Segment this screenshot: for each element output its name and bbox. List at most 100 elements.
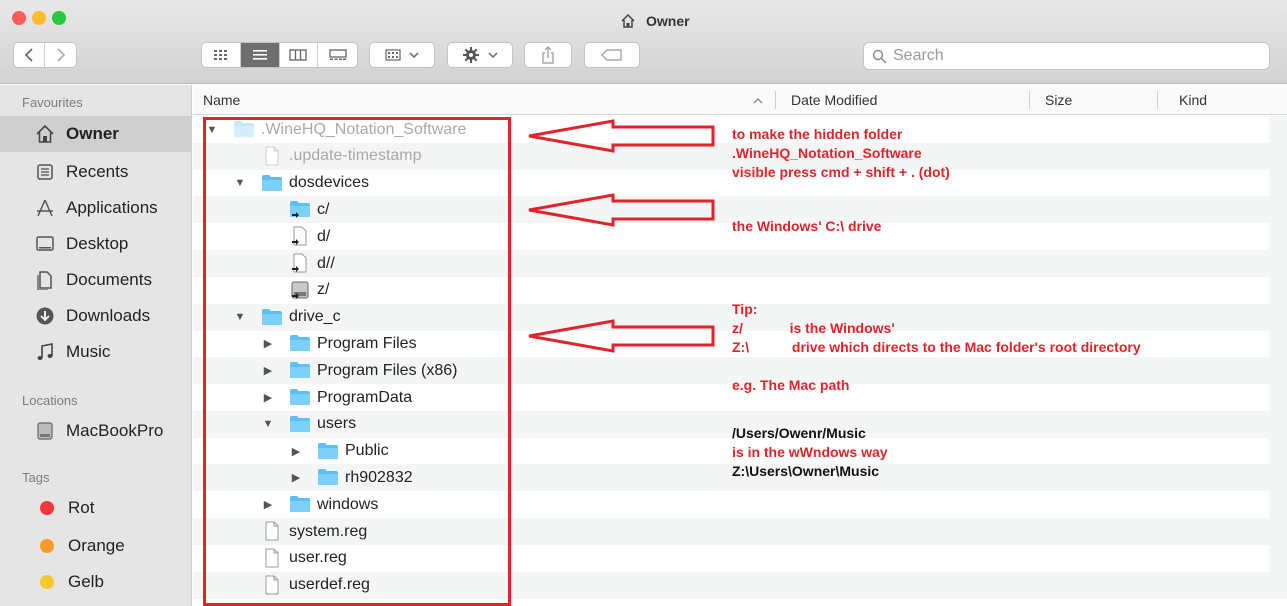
sidebar-item-desktop[interactable]: Desktop	[0, 226, 191, 262]
finder-window: Owner Search Favourites Owner Recents Ap…	[0, 0, 1287, 606]
column-header: Name Date Modified Size Kind	[193, 85, 1287, 115]
column-kind[interactable]: Kind	[1169, 85, 1279, 115]
sidebar-item-label: Gelb	[68, 572, 104, 591]
row-edge	[1269, 330, 1287, 358]
documents-icon	[34, 269, 56, 291]
minimize-button[interactable]	[32, 11, 46, 25]
sidebar-item-label: Desktop	[66, 234, 129, 253]
row-edge	[1269, 437, 1287, 465]
chevron-down-icon	[488, 52, 498, 59]
annotation-highlight-box	[203, 117, 511, 606]
search-icon	[872, 49, 887, 64]
sidebar-tag-gelb[interactable]: Gelb	[0, 564, 191, 600]
back-button[interactable]	[14, 43, 46, 67]
view-switcher	[201, 42, 358, 68]
downloads-icon	[34, 305, 56, 327]
favourites-heading: Favourites	[22, 95, 83, 110]
annotation-note-c-drive: the Windows' C:\ drive	[732, 218, 882, 234]
annotation-arrow-3	[528, 319, 715, 353]
gallery-view-icon	[328, 49, 347, 60]
annotation-mac-path: /Users/Owenr/Music	[732, 425, 866, 441]
sidebar-item-label: Applications	[66, 198, 158, 217]
forward-button[interactable]	[45, 43, 76, 67]
column-divider	[1157, 91, 1158, 109]
row-edge	[1269, 384, 1287, 411]
chevron-left-icon	[24, 48, 33, 62]
column-view-button[interactable]	[280, 43, 319, 67]
yellow-tag-icon	[40, 575, 54, 589]
action-button[interactable]	[447, 42, 513, 68]
disk-icon	[34, 420, 56, 442]
column-size-label: Size	[1045, 92, 1073, 108]
red-tag-icon	[40, 501, 54, 515]
annotation-note-hidden-folder: to make the hidden folder .WineHQ_Notati…	[732, 126, 950, 180]
gear-icon	[463, 47, 479, 63]
orange-tag-icon	[40, 539, 54, 553]
sidebar-item-label: MacBookPro	[66, 421, 164, 440]
column-view-icon	[289, 49, 308, 61]
row-edge	[1269, 544, 1287, 572]
nav-buttons	[13, 42, 77, 68]
sidebar-item-owner[interactable]: Owner	[0, 116, 191, 152]
window-title: Owner	[620, 13, 690, 29]
icon-view-button[interactable]	[202, 43, 241, 67]
sidebar-tag-rot[interactable]: Rot	[0, 490, 191, 526]
sidebar-item-label: Rot	[68, 498, 95, 517]
sidebar-item-label: Recents	[66, 162, 129, 181]
tags-heading: Tags	[22, 470, 50, 485]
share-button[interactable]	[524, 42, 572, 68]
column-date-modified[interactable]: Date Modified	[781, 85, 1021, 115]
column-date-label: Date Modified	[791, 92, 878, 108]
column-divider	[775, 91, 776, 109]
home-icon	[34, 123, 56, 145]
applications-icon	[34, 197, 56, 219]
sidebar-item-documents[interactable]: Documents	[0, 262, 191, 298]
row-edge	[1269, 223, 1287, 251]
sidebar-item-macbookpro[interactable]: MacBookPro	[0, 413, 191, 449]
chevron-down-icon	[409, 52, 419, 59]
share-icon	[542, 46, 554, 64]
chevron-right-icon	[56, 48, 65, 62]
row-edge	[1269, 276, 1287, 304]
desktop-icon	[34, 233, 56, 255]
sidebar-item-music[interactable]: Music	[0, 334, 191, 370]
search-field[interactable]	[863, 42, 1270, 70]
annotation-windows-way: is in the wWndows way	[732, 444, 888, 460]
sidebar-tag-orange[interactable]: Orange	[0, 528, 191, 564]
icon-view-icon	[213, 50, 227, 60]
group-icon	[385, 49, 401, 61]
close-button[interactable]	[12, 11, 26, 25]
group-button[interactable]	[369, 42, 435, 68]
row-edge	[1269, 491, 1287, 519]
sidebar-item-label: Orange	[68, 536, 125, 555]
annotation-windows-path: Z:\Users\Owner\Music	[732, 463, 880, 479]
annotation-arrow-1	[528, 119, 715, 153]
column-name[interactable]: Name	[193, 85, 773, 115]
sidebar-item-recents[interactable]: Recents	[0, 154, 191, 190]
sort-ascending-icon	[753, 98, 763, 104]
annotation-note-tip: Tip: z/ is the Windows' Z:\ drive which …	[732, 301, 1141, 393]
sidebar-item-label: Music	[66, 342, 111, 361]
row-edge	[1269, 116, 1287, 143]
locations-heading: Locations	[22, 393, 78, 408]
toolbar: Owner	[0, 0, 1287, 84]
sidebar-item-applications[interactable]: Applications	[0, 190, 191, 226]
zoom-button[interactable]	[52, 11, 66, 25]
gallery-view-button[interactable]	[318, 43, 357, 67]
sidebar-item-label: Owner	[66, 124, 119, 143]
column-name-label: Name	[203, 92, 241, 108]
sidebar-item-label: Documents	[66, 270, 152, 289]
sidebar: Favourites Owner Recents Applications De…	[0, 85, 192, 606]
sidebar-item-label: Downloads	[66, 306, 151, 325]
music-icon	[34, 341, 56, 363]
list-view-button[interactable]	[240, 43, 280, 67]
row-edge	[1269, 169, 1287, 197]
tag-button[interactable]	[584, 42, 640, 68]
window-title-text: Owner	[646, 13, 690, 29]
sidebar-item-downloads[interactable]: Downloads	[0, 298, 191, 334]
recents-icon	[34, 161, 56, 183]
column-size[interactable]: Size	[1035, 85, 1155, 115]
column-divider	[1029, 91, 1030, 109]
search-input[interactable]	[893, 47, 1253, 65]
column-kind-label: Kind	[1179, 92, 1208, 108]
